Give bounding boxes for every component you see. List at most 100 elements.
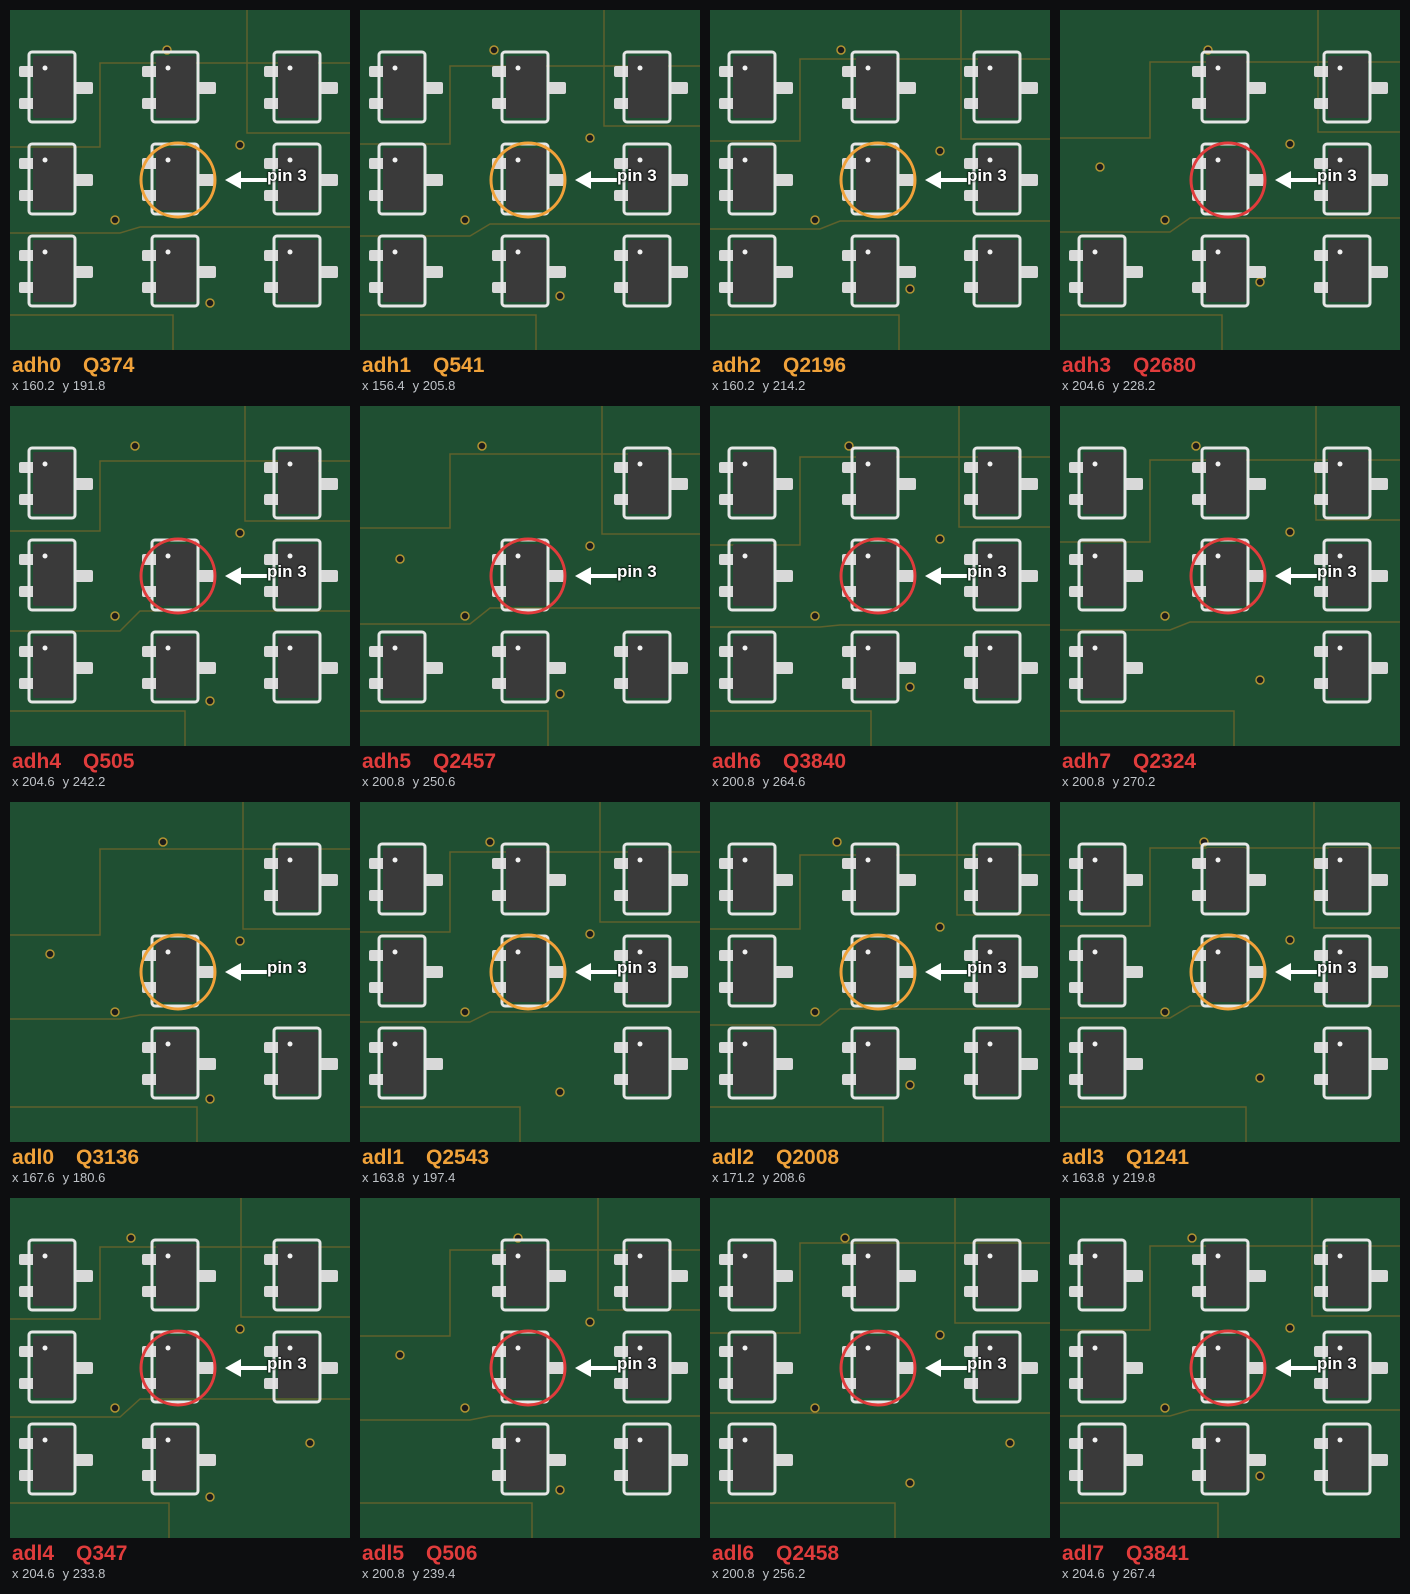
panel-caption: adl2 Q2008 x 171.2 y 208.6 [712,1146,1048,1188]
inspection-panel[interactable]: pin 3 adl1 Q2543 x 163.8 y 197.4 [360,802,700,1188]
inspection-panel[interactable]: pin 3 adh6 Q3840 x 200.8 y 264.6 [710,406,1050,792]
transistor-chip-icon [1192,842,1266,916]
y-coordinate: y 267.4 [1112,1566,1156,1581]
part-reference: Q505 [83,750,135,773]
left-arrow-icon [575,171,617,189]
transistor-chip-icon [842,1026,916,1100]
transistor-chip-icon [842,50,916,124]
pin-label: pin 3 [267,562,307,581]
left-arrow-icon [1275,171,1317,189]
transistor-chip-icon [19,1422,93,1496]
inspection-panel[interactable]: pin 3 adl4 Q347 x 204.6 y 233.8 [10,1198,350,1584]
net-name: adl5 [362,1542,405,1565]
net-name: adh6 [712,750,762,773]
inspection-panel[interactable]: pin 3 adl5 Q506 x 200.8 y 239.4 [360,1198,700,1584]
transistor-chip-icon [1314,1026,1388,1100]
pin-label: pin 3 [267,166,307,185]
pcb-zoom-view: pin 3 [360,802,700,1142]
y-coordinate: y 214.2 [762,378,806,393]
transistor-chip-icon [492,234,566,308]
y-coordinate: y 180.6 [62,1170,106,1185]
part-reference: Q2008 [776,1146,840,1169]
inspection-panel[interactable]: pin 3 adl0 Q3136 x 167.6 y 180.6 [10,802,350,1188]
net-name: adh7 [1062,750,1112,773]
transistor-chip-icon [842,1238,916,1312]
inspection-panel[interactable]: pin 3 adh0 Q374 x 160.2 y 191.8 [10,10,350,396]
pcb-zoom-view: pin 3 [1060,10,1400,350]
panel-caption: adh5 Q2457 x 200.8 y 250.6 [362,750,698,792]
pin-label: pin 3 [967,562,1007,581]
transistor-chip-icon [264,842,338,916]
transistor-chip-icon [369,934,443,1008]
net-name: adh1 [362,354,412,377]
left-arrow-icon [575,963,617,981]
transistor-chip-icon [719,934,793,1008]
inspection-panel[interactable]: pin 3 adl3 Q1241 x 163.8 y 219.8 [1060,802,1400,1188]
transistor-chip-icon [719,630,793,704]
part-reference: Q2680 [1133,354,1197,377]
y-coordinate: y 256.2 [762,1566,806,1581]
transistor-chip-icon [842,630,916,704]
y-coordinate: y 250.6 [412,774,456,789]
left-arrow-icon [225,963,267,981]
pin-label: pin 3 [617,562,657,581]
panel-caption: adh7 Q2324 x 200.8 y 270.2 [1062,750,1398,792]
y-coordinate: y 219.8 [1112,1170,1156,1185]
part-reference: Q2543 [426,1146,490,1169]
inspection-panel[interactable]: pin 3 adl6 Q2458 x 200.8 y 256.2 [710,1198,1050,1584]
inspection-panel[interactable]: pin 3 adh7 Q2324 x 200.8 y 270.2 [1060,406,1400,792]
y-coordinate: y 264.6 [762,774,806,789]
transistor-chip-icon [492,842,566,916]
transistor-chip-icon [964,1026,1038,1100]
pcb-zoom-view: pin 3 [360,1198,700,1538]
transistor-chip-icon [1069,630,1143,704]
inspection-panel[interactable]: pin 3 adl2 Q2008 x 171.2 y 208.6 [710,802,1050,1188]
inspection-panel[interactable]: pin 3 adh3 Q2680 x 204.6 y 228.2 [1060,10,1400,396]
net-name: adl6 [712,1542,755,1565]
transistor-chip-icon [1069,538,1143,612]
pcb-zoom-view: pin 3 [1060,1198,1400,1538]
x-coordinate: x 200.8 [1062,774,1105,789]
part-reference: Q347 [76,1542,128,1565]
pin-label: pin 3 [617,166,657,185]
net-name: adh2 [712,354,762,377]
transistor-chip-icon [492,50,566,124]
pin-label: pin 3 [1317,1354,1357,1373]
pcb-zoom-view: pin 3 [360,10,700,350]
pcb-zoom-view: pin 3 [10,802,350,1142]
transistor-chip-icon [19,630,93,704]
y-coordinate: y 270.2 [1112,774,1156,789]
transistor-chip-icon [264,1026,338,1100]
transistor-chip-icon [614,234,688,308]
left-arrow-icon [925,1359,967,1377]
transistor-chip-icon [19,234,93,308]
pcb-zoom-view: pin 3 [10,406,350,746]
net-name: adl2 [712,1146,755,1169]
inspection-panel[interactable]: pin 3 adl7 Q3841 x 204.6 y 267.4 [1060,1198,1400,1584]
transistor-chip-icon [19,1330,93,1404]
y-coordinate: y 233.8 [62,1566,106,1581]
transistor-chip-icon [614,1422,688,1496]
transistor-chip-icon [719,234,793,308]
transistor-chip-icon [964,1238,1038,1312]
part-reference: Q3136 [76,1146,140,1169]
y-coordinate: y 228.2 [1112,378,1156,393]
x-coordinate: x 156.4 [362,378,405,393]
pin-label: pin 3 [617,1354,657,1373]
transistor-chip-icon [1192,1238,1266,1312]
part-reference: Q2196 [783,354,847,377]
transistor-chip-icon [19,1238,93,1312]
x-coordinate: x 200.8 [362,774,405,789]
inspection-panel[interactable]: pin 3 adh5 Q2457 x 200.8 y 250.6 [360,406,700,792]
x-coordinate: x 163.8 [362,1170,405,1185]
inspection-panel[interactable]: pin 3 adh4 Q505 x 204.6 y 242.2 [10,406,350,792]
net-name: adl1 [362,1146,405,1169]
transistor-chip-icon [19,50,93,124]
part-reference: Q2324 [1133,750,1197,773]
y-coordinate: y 208.6 [762,1170,806,1185]
inspection-panel[interactable]: pin 3 adh2 Q2196 x 160.2 y 214.2 [710,10,1050,396]
transistor-chip-icon [719,1238,793,1312]
transistor-chip-icon [1192,446,1266,520]
inspection-panel[interactable]: pin 3 adh1 Q541 x 156.4 y 205.8 [360,10,700,396]
transistor-chip-icon [1314,630,1388,704]
